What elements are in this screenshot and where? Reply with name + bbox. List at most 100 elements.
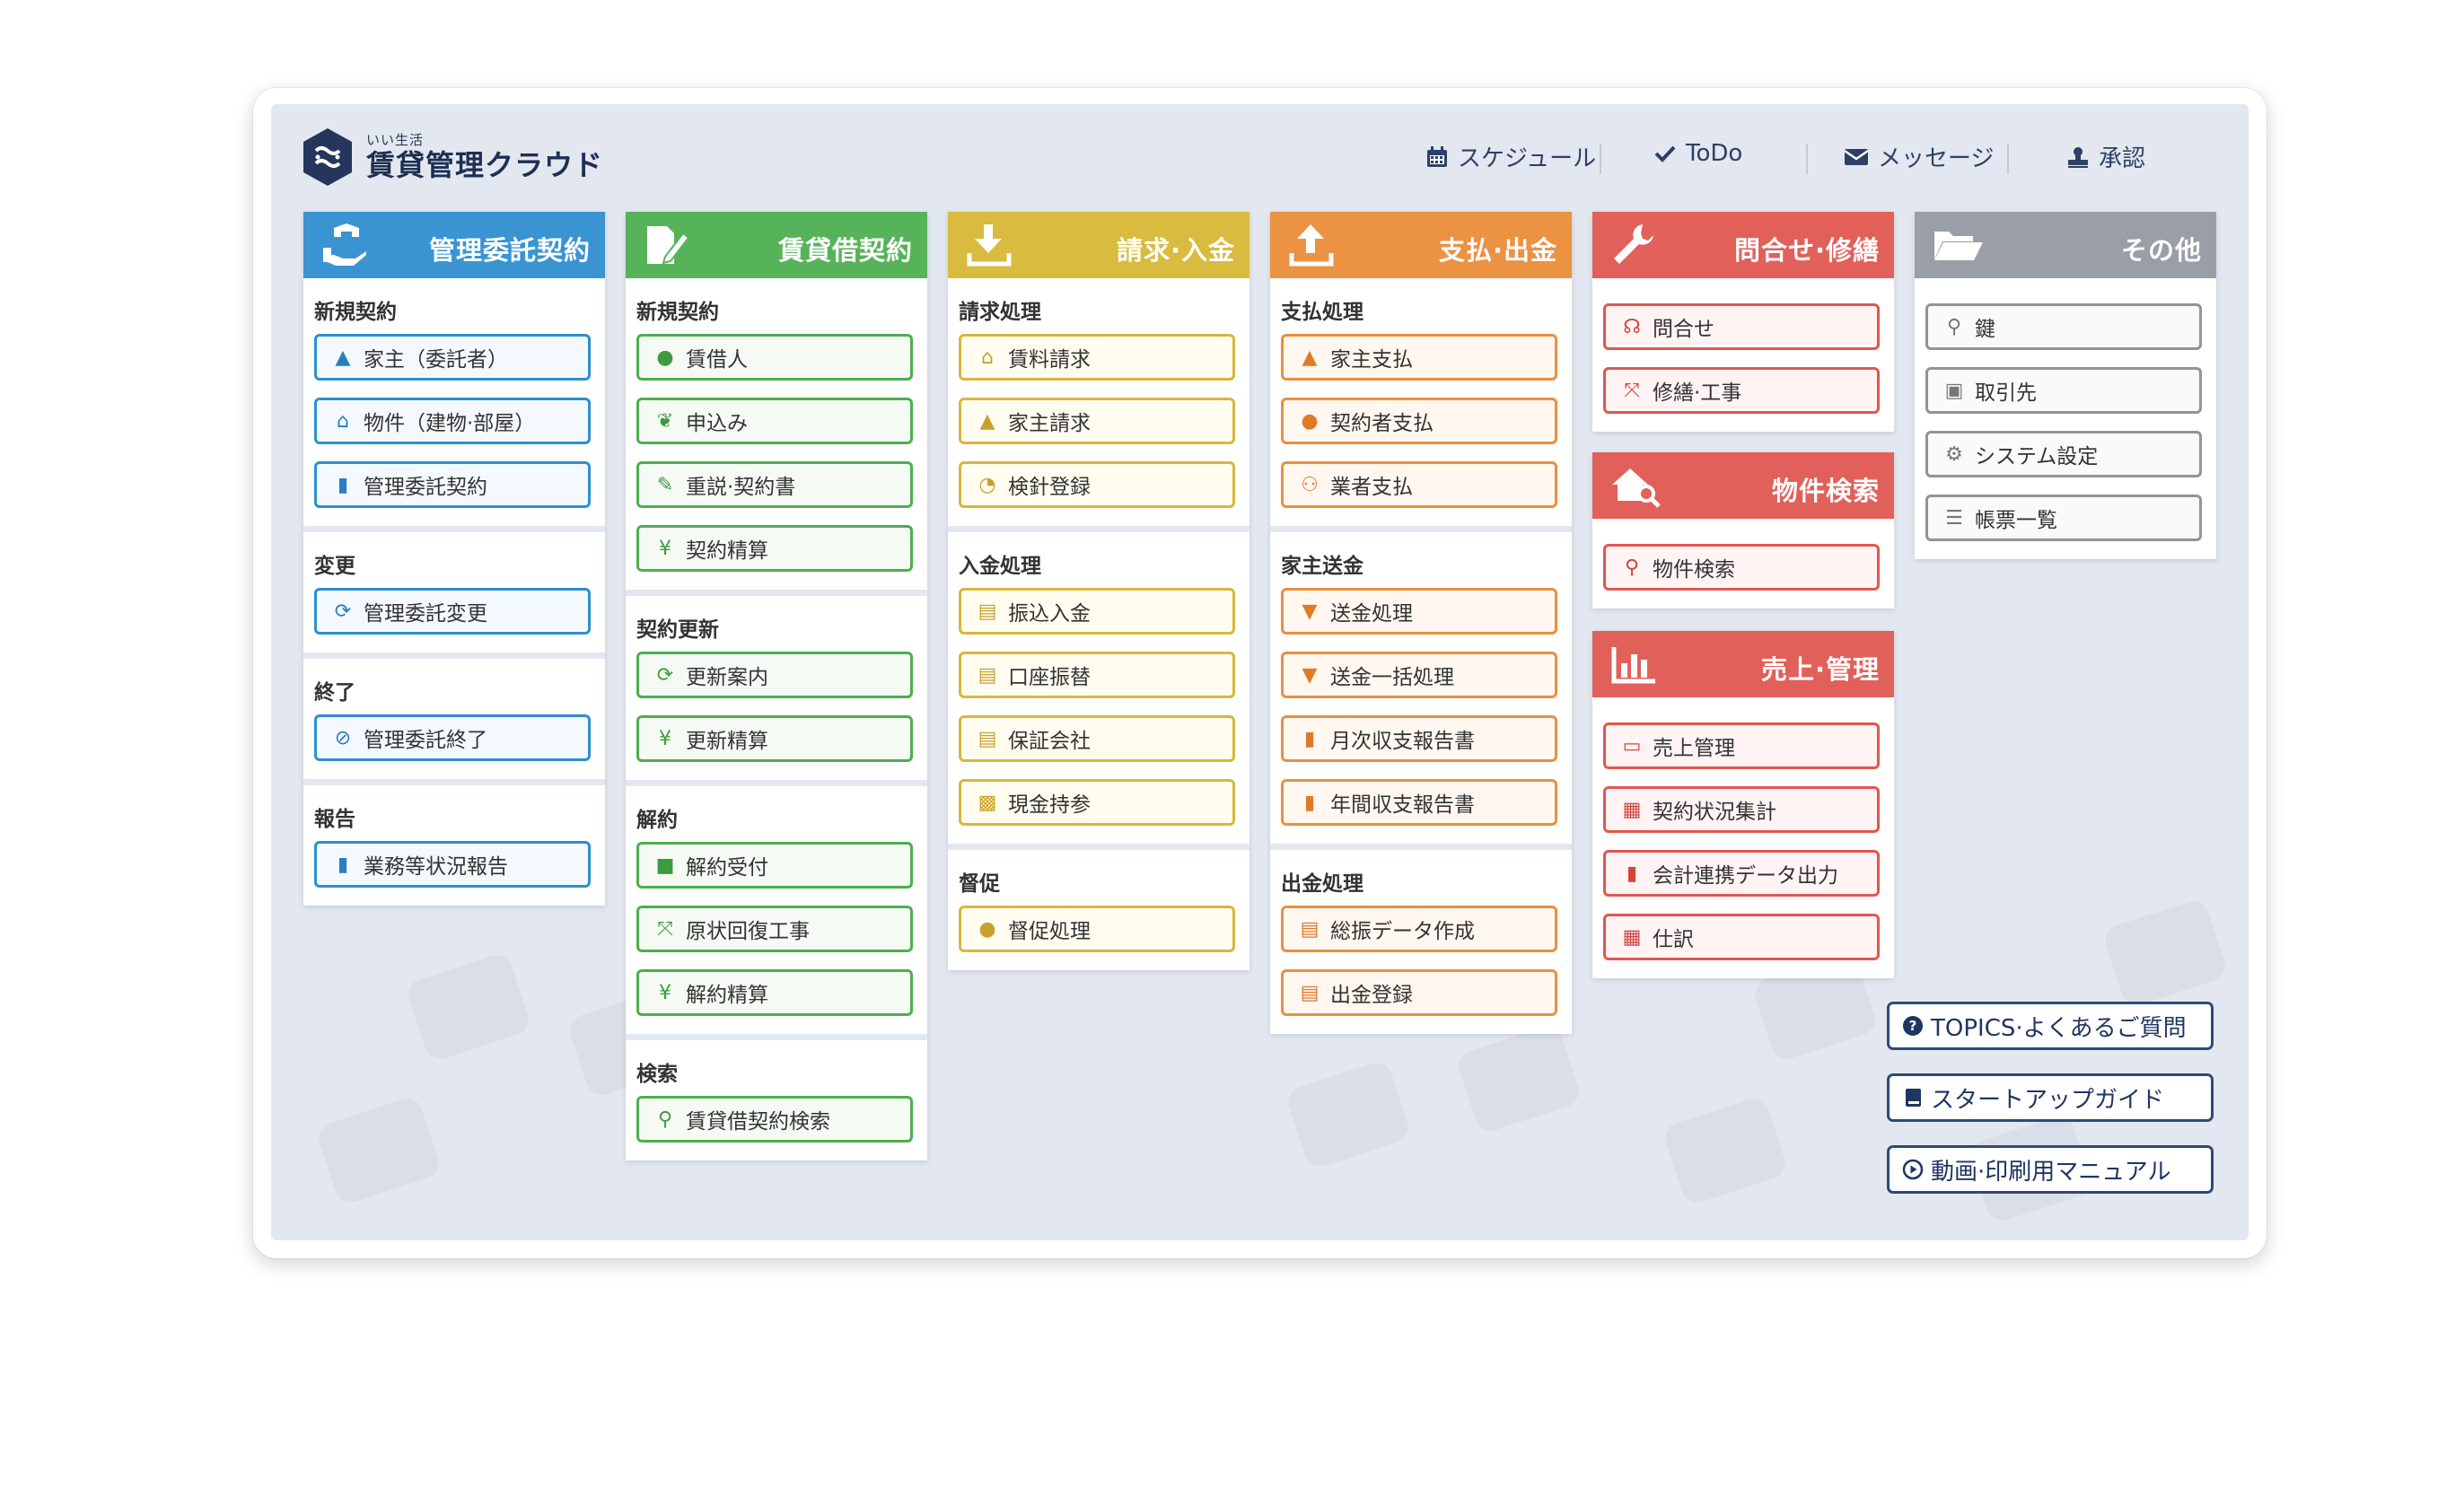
menu-button-business-partners[interactable]: ▣ 取引先 (1925, 367, 2202, 414)
menu-button-label: 送金一括処理 (1330, 666, 1454, 689)
key-icon: ⚲ (1946, 315, 1962, 338)
startup-guide-button[interactable]: スタートアップガイド (1887, 1073, 2214, 1122)
menu-button-contractor-payment[interactable]: ● 契約者支払 (1281, 398, 1557, 444)
menu-button-management-contract[interactable]: ▮ 管理委託契約 (314, 461, 591, 508)
menu-button-label: 家主請求 (1008, 412, 1091, 435)
menu-button-landlord[interactable]: ▲ 家主（委託者） (314, 334, 591, 381)
question-circle-icon: ? (1902, 1015, 1924, 1037)
menu-button-contract-settlement[interactable]: ¥ 契約精算 (636, 525, 913, 572)
menu-button-keys[interactable]: ⚲ 鍵 (1925, 303, 2202, 350)
menu-button-label: 解約精算 (686, 984, 768, 1007)
yen-icon: ¥ (659, 537, 671, 560)
menu-button-journal[interactable]: ▦ 仕訳 (1603, 914, 1880, 960)
menu-button-cash[interactable]: ▩ 現金持参 (959, 779, 1235, 826)
menu-button-property[interactable]: ⌂ 物件（建物·部屋） (314, 398, 591, 444)
nav-approval[interactable]: 承認 (2066, 140, 2145, 173)
nav-todo-label: ToDo (1686, 140, 1743, 167)
person-tie-icon: ▲ (335, 346, 351, 369)
menu-button-label: 出金登録 (1330, 984, 1413, 1007)
menu-button-contract-change[interactable]: ⟳ 管理委託変更 (314, 588, 591, 635)
menu-button-meter-reading[interactable]: ◔ 検針登録 (959, 461, 1235, 508)
home-icon: ⌂ (981, 346, 994, 369)
section-title: 請求処理 (959, 301, 1041, 324)
menu-button-accounting-export[interactable]: ▮ 会計連携データ出力 (1603, 850, 1880, 897)
hand-money-icon: ▼ (1302, 600, 1318, 623)
column-billing: 請求·入金 請求処理 ⌂ 賃料請求 ▲ 家主請求 ◔ 検針登録 入金処理 ▤ 振込入金 … (948, 212, 1250, 970)
app-screen: いい生活 賃貸管理クラウド スケジュール ToDo メッセージ 承認 管理委託契… (271, 104, 2249, 1240)
nav-schedule[interactable]: スケジュール (1425, 140, 1596, 173)
menu-button-cancellation-settlement[interactable]: ¥ 解約精算 (636, 969, 913, 1016)
svg-text:?: ? (1909, 1018, 1917, 1034)
menu-button-sales[interactable]: ▭ 売上管理 (1603, 722, 1880, 769)
menu-button-dunning[interactable]: ● 督促処理 (959, 906, 1235, 952)
background-tile (404, 950, 533, 1064)
wrench-icon: ⤧ (1624, 379, 1640, 402)
menu-button-label: 賃貸借契約検索 (686, 1110, 830, 1134)
nav-separator (2007, 144, 2009, 174)
topics-faq-button[interactable]: ? TOPICS·よくあるご質問 (1887, 1002, 2214, 1050)
background-tile (1284, 1058, 1413, 1171)
section-title: 検索 (636, 1063, 678, 1086)
section-title: 新規契約 (314, 301, 397, 324)
menu-button-contract-docs[interactable]: ✎ 重説·契約書 (636, 461, 913, 508)
column-payment: 支払·出金 支払処理 ▲ 家主支払 ● 契約者支払 ⚇ 業者支払 家主送金 ▼ 送金処理… (1270, 212, 1572, 1034)
document-icon: ▮ (1303, 727, 1316, 750)
top-navigation: スケジュール ToDo メッセージ 承認 (271, 140, 2249, 179)
menu-button-label: 鍵 (1975, 318, 1995, 341)
menu-button-transfer-data[interactable]: ▤ 総振データ作成 (1281, 906, 1557, 952)
nav-messages[interactable]: メッセージ (1844, 140, 1994, 173)
background-tile (1661, 1094, 1790, 1207)
menu-button-property-search[interactable]: ⚲ 物件検索 (1603, 544, 1880, 591)
person-tie-icon: ▲ (1302, 346, 1318, 369)
menu-button-label: 賃料請求 (1008, 348, 1091, 372)
column-title: 管理委託契約 (428, 235, 591, 266)
menu-button-renewal-settlement[interactable]: ¥ 更新精算 (636, 715, 913, 762)
menu-button-repair-work[interactable]: ⤧ 修繕·工事 (1603, 367, 1880, 414)
menu-button-cancellation[interactable]: ■ 解約受付 (636, 842, 913, 889)
menu-button-label: 送金処理 (1330, 602, 1413, 626)
column-management-contract: 管理委託契約 新規契約 ▲ 家主（委託者） ⌂ 物件（建物·部屋） ▮ 管理委託契約 … (303, 212, 605, 906)
menu-button-restoration[interactable]: ⤧ 原状回復工事 (636, 906, 913, 952)
menu-button-status-report[interactable]: ▮ 業務等状況報告 (314, 841, 591, 888)
menu-button-guarantee-company[interactable]: ▤ 保証会社 (959, 715, 1235, 762)
section-title: 終了 (314, 681, 355, 705)
menu-button-lease-search[interactable]: ⚲ 賃貸借契約検索 (636, 1096, 913, 1143)
column-title: 賃貸借契約 (777, 235, 913, 266)
column-property-search: 物件検索 ⚲ 物件検索 (1592, 452, 1894, 609)
menu-button-contract-status[interactable]: ▦ 契約状況集計 (1603, 786, 1880, 833)
menu-button-contract-end[interactable]: ⊘ 管理委託終了 (314, 714, 591, 761)
menu-button-bank-transfer[interactable]: ▤ 振込入金 (959, 588, 1235, 635)
menu-button-rent-billing[interactable]: ⌂ 賃料請求 (959, 334, 1235, 381)
column-header: 賃貸借契約 (626, 212, 927, 278)
menu-button-remittance[interactable]: ▼ 送金処理 (1281, 588, 1557, 635)
video-manual-button[interactable]: 動画·印刷用マニュアル (1887, 1145, 2214, 1194)
nav-todo[interactable]: ToDo (1653, 140, 1742, 167)
menu-button-bulk-remittance[interactable]: ▼ 送金一括処理 (1281, 652, 1557, 698)
menu-button-label: 取引先 (1975, 381, 2037, 405)
menu-button-landlord-billing[interactable]: ▲ 家主請求 (959, 398, 1235, 444)
menu-button-monthly-report[interactable]: ▮ 月次収支報告書 (1281, 715, 1557, 762)
column-other: その他 ⚲ 鍵 ▣ 取引先 ⚙ システム設定 ☰ 帳票一覧 (1915, 212, 2216, 559)
menu-button-application[interactable]: ❦ 申込み (636, 398, 913, 444)
menu-button-landlord-payment[interactable]: ▲ 家主支払 (1281, 334, 1557, 381)
people-icon: ● (978, 917, 996, 941)
column-header: 請求·入金 (948, 212, 1250, 278)
menu-button-forms-list[interactable]: ☰ 帳票一覧 (1925, 495, 2202, 541)
background-tile (2100, 897, 2230, 1010)
menu-button-vendor-payment[interactable]: ⚇ 業者支払 (1281, 461, 1557, 508)
menu-button-label: 契約者支払 (1330, 412, 1434, 435)
menu-button-withdrawal[interactable]: ▤ 出金登録 (1281, 969, 1557, 1016)
menu-button-system-settings[interactable]: ⚙ システム設定 (1925, 431, 2202, 477)
menu-button-label: 業者支払 (1330, 476, 1413, 499)
menu-button-label: 管理委託契約 (364, 476, 487, 499)
menu-button-direct-debit[interactable]: ▤ 口座振替 (959, 652, 1235, 698)
menu-button-tenant[interactable]: ● 賃借人 (636, 334, 913, 381)
menu-button-inquiry[interactable]: ☊ 問合せ (1603, 303, 1880, 350)
hand-money-icon: ▼ (1302, 663, 1318, 687)
section-title: 入金処理 (959, 555, 1041, 578)
menu-button-annual-report[interactable]: ▮ 年間収支報告書 (1281, 779, 1557, 826)
menu-button-renewal-notice[interactable]: ⟳ 更新案内 (636, 652, 913, 698)
column-header: 物件検索 (1592, 452, 1894, 519)
section-title: 支払処理 (1281, 301, 1364, 324)
menu-button-label: 保証会社 (1008, 730, 1091, 753)
